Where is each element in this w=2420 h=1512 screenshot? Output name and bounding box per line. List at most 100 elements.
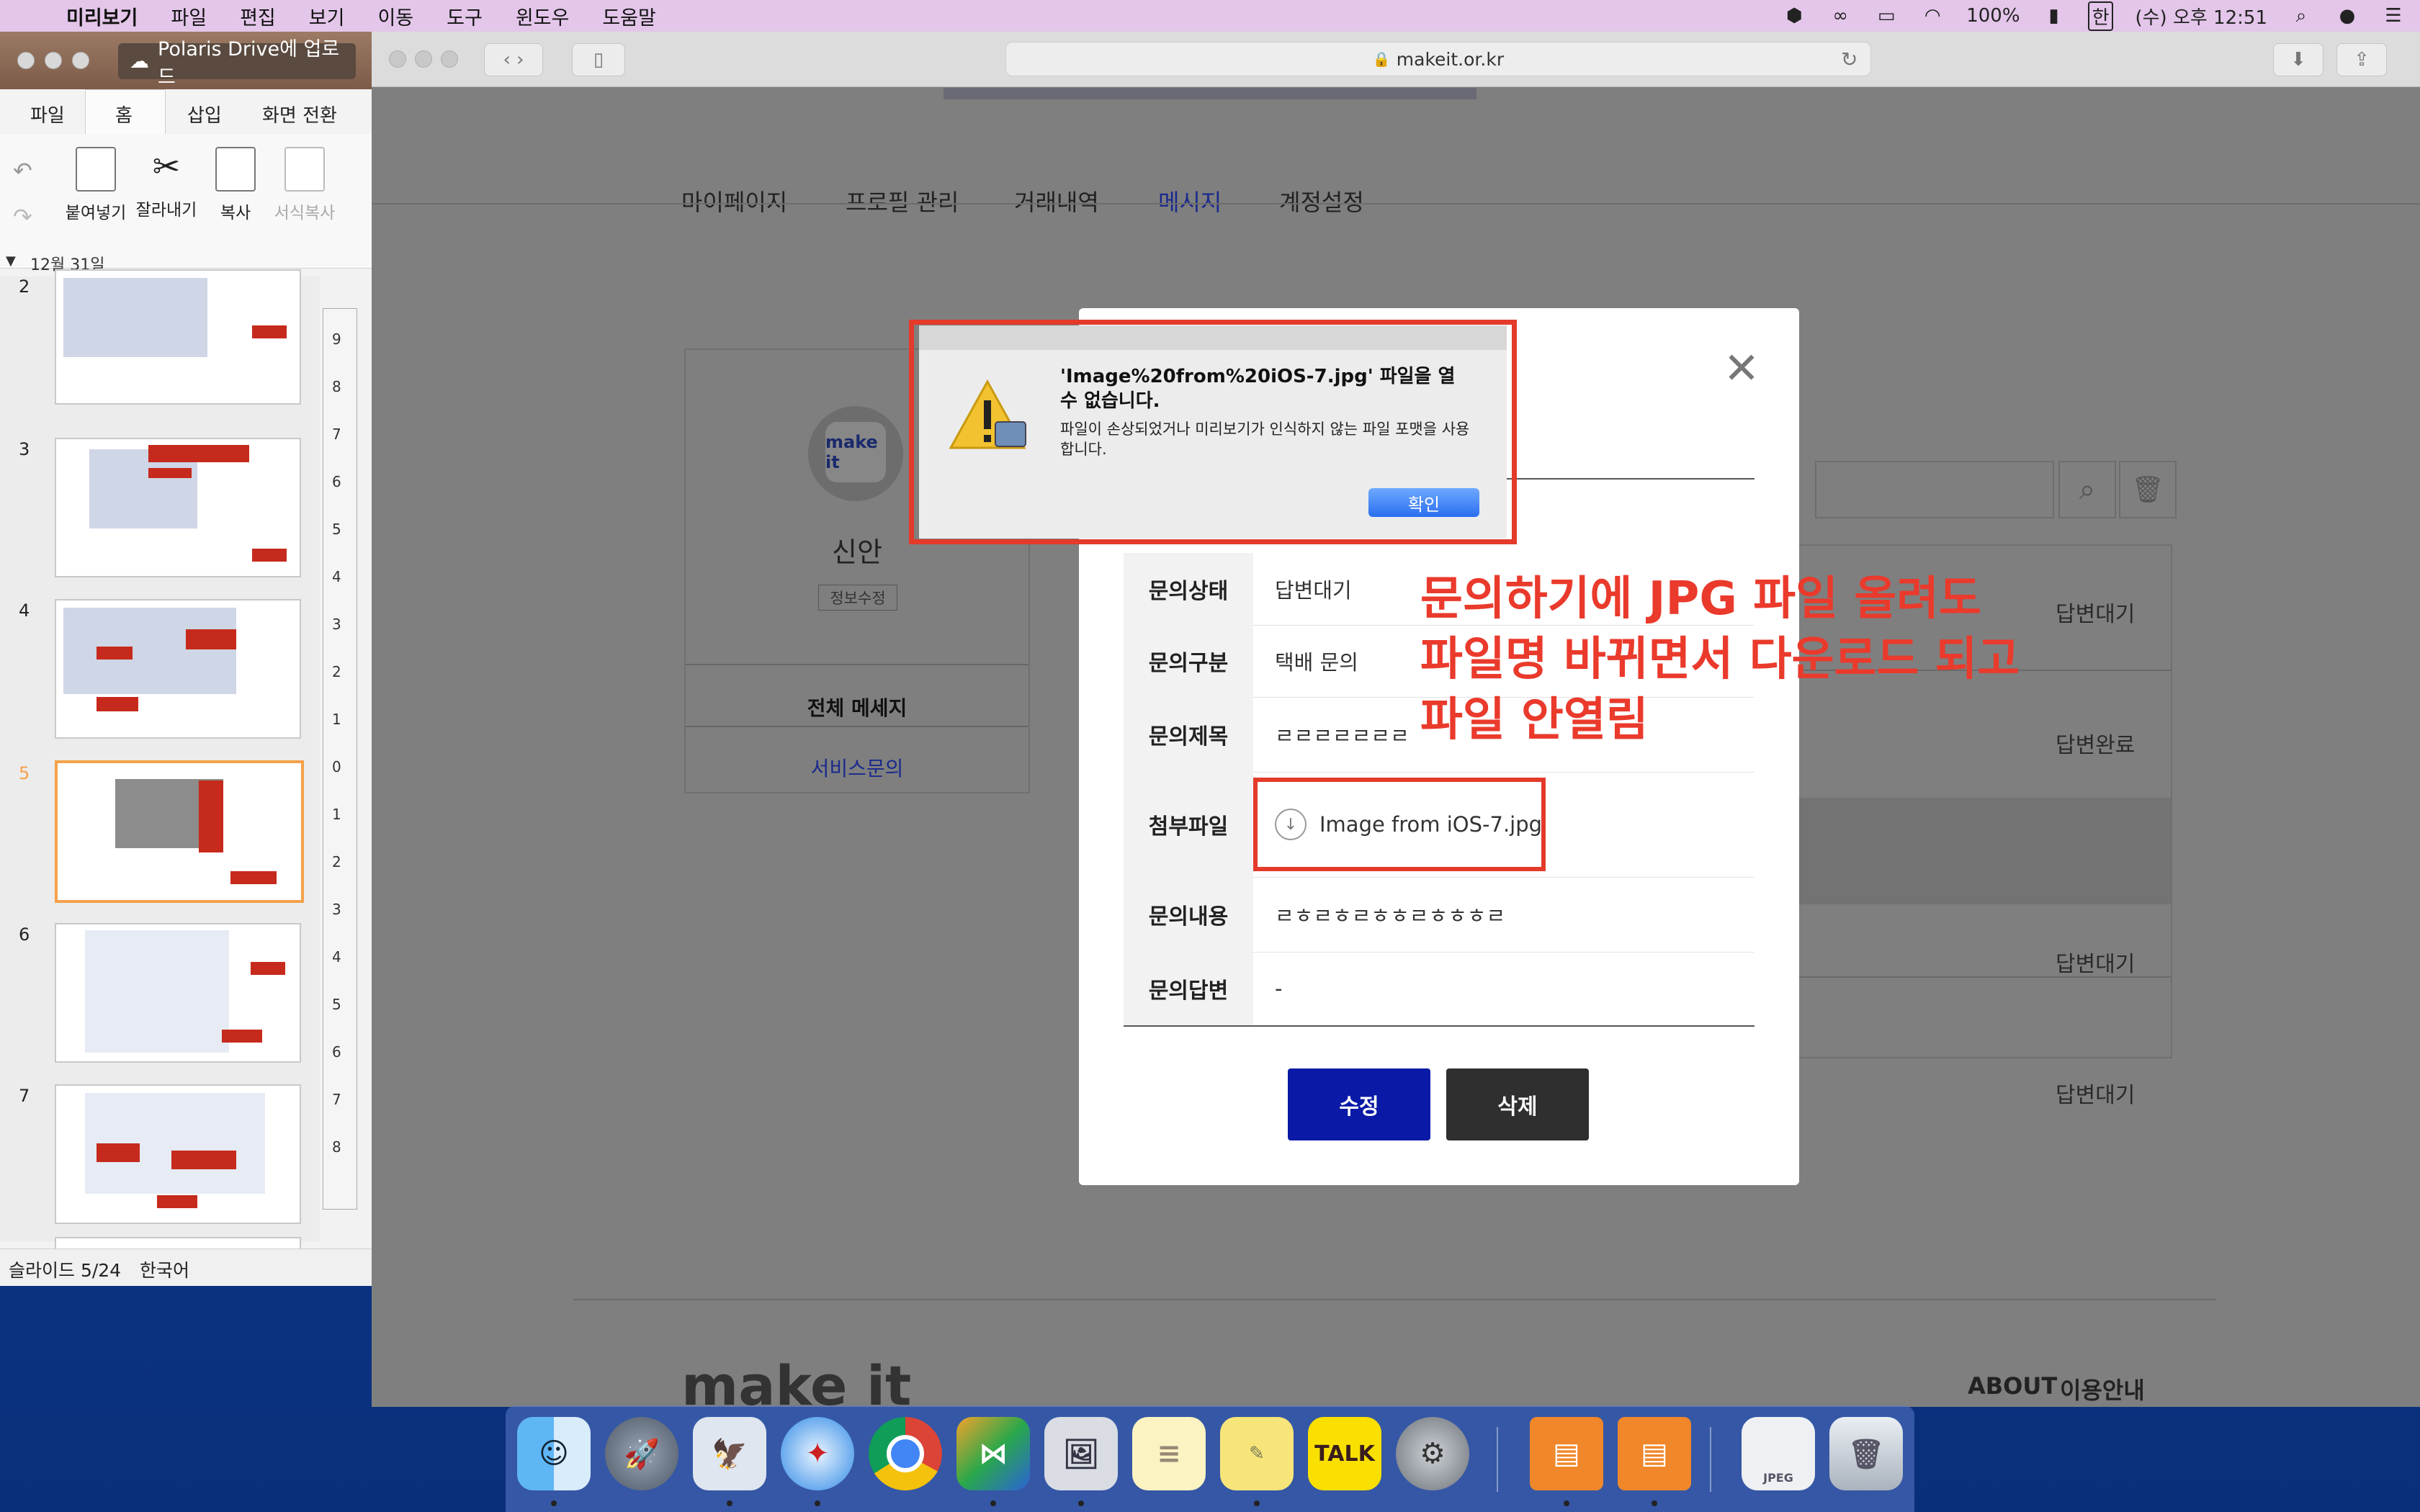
document-icon[interactable]: ▤ bbox=[1530, 1417, 1603, 1490]
format-painter-button[interactable]: 서식복사 bbox=[272, 147, 337, 223]
reload-icon[interactable]: ↻ bbox=[1841, 48, 1857, 71]
preview-icon[interactable]: 🦅 bbox=[693, 1417, 766, 1490]
footer-guide[interactable]: 이용안내 bbox=[2060, 1372, 2145, 1405]
background-search-input[interactable] bbox=[1815, 461, 2054, 518]
clock[interactable]: (수) 오후 12:51 bbox=[2135, 3, 2267, 30]
search-icon[interactable]: ⌕ bbox=[2058, 461, 2116, 518]
edit-button[interactable]: 수정 bbox=[1288, 1068, 1430, 1140]
slide-thumbnail[interactable] bbox=[55, 438, 301, 577]
nav-mypage[interactable]: 마이페이지 bbox=[681, 184, 787, 217]
row-value: ㄹㅎㄹㅎㄹㅎㅎㄹㅎㅎㅎㄹ bbox=[1275, 904, 1506, 928]
paste-label: 붙여넣기 bbox=[65, 204, 127, 222]
address-bar[interactable]: 🔒 makeit.or.kr bbox=[1005, 42, 1871, 76]
nav-account-settings[interactable]: 계정설정 bbox=[1279, 184, 1364, 217]
safari-icon[interactable]: ✦ bbox=[781, 1417, 854, 1490]
row-label: 문의상태 bbox=[1124, 553, 1253, 625]
zoom-window-button[interactable] bbox=[441, 50, 458, 68]
menu-file[interactable]: 파일 bbox=[171, 2, 207, 30]
sidebar-toggle-icon[interactable]: ▯ bbox=[572, 43, 625, 76]
menu-view[interactable]: 보기 bbox=[309, 2, 345, 30]
dock: ☺ 🚀 🦅 ✦ ⋈ 🖼 ≡ ✎ TALK ⚙ ▤ ▤ JPEG 🗑 bbox=[506, 1405, 1914, 1512]
menu-service-inquiry[interactable]: 서비스문의 bbox=[686, 753, 1028, 782]
paste-button[interactable]: 붙여넣기 bbox=[63, 147, 128, 223]
nav-messages[interactable]: 메시지 bbox=[1158, 184, 1222, 217]
slide-thumbnail-active[interactable] bbox=[55, 760, 304, 903]
close-window-button[interactable] bbox=[389, 50, 406, 68]
ribbon-tabs: 파일 홈 삽입 화면 전환 bbox=[0, 89, 372, 135]
running-indicator bbox=[727, 1500, 732, 1506]
input-source[interactable]: 한 bbox=[2087, 1, 2114, 31]
site-search-bar[interactable] bbox=[944, 88, 1476, 99]
slide-thumbnail[interactable] bbox=[55, 599, 301, 739]
copy-icon bbox=[215, 147, 256, 192]
wifi-icon[interactable]: ◠ bbox=[1920, 5, 1945, 27]
slide-thumbnail[interactable] bbox=[55, 269, 301, 405]
avatar: make it bbox=[808, 406, 903, 501]
redo-icon[interactable]: ↷ bbox=[13, 203, 32, 230]
jpeg-file-icon[interactable]: JPEG bbox=[1742, 1417, 1815, 1490]
row-label: 문의내용 bbox=[1124, 877, 1253, 952]
row-value: ㄹㄹㄹㄹㄹㄹㄹ bbox=[1275, 724, 1410, 748]
airplay-icon[interactable]: ▭ bbox=[1874, 5, 1899, 27]
tab-transition[interactable]: 화면 전환 bbox=[262, 101, 337, 127]
minimize-window-button[interactable] bbox=[415, 50, 432, 68]
spotlight-search-icon[interactable]: ⌕ bbox=[2289, 5, 2313, 27]
row-value: 택배 문의 bbox=[1275, 650, 1358, 675]
menu-extra-icon[interactable]: ⬢ bbox=[1782, 5, 1806, 27]
delete-button[interactable]: 삭제 bbox=[1446, 1068, 1589, 1140]
row-label: 문의답변 bbox=[1124, 952, 1253, 1025]
chrome-icon[interactable] bbox=[869, 1417, 942, 1490]
stickies-icon[interactable]: ✎ bbox=[1220, 1417, 1294, 1490]
menu-tools[interactable]: 도구 bbox=[447, 2, 483, 30]
dock-separator bbox=[1710, 1427, 1711, 1492]
menu-all-messages[interactable]: 전체 메세지 bbox=[686, 693, 1028, 721]
slide-thumbnails: 2 3 4 5 6 7 bbox=[0, 269, 320, 1269]
slide-thumbnail[interactable] bbox=[55, 923, 301, 1063]
minimize-window-button[interactable] bbox=[45, 52, 62, 69]
share-icon[interactable]: ⇪ bbox=[2336, 43, 2387, 76]
lock-icon: 🔒 bbox=[1372, 50, 1391, 68]
polaris-office-icon[interactable]: ⋈ bbox=[956, 1417, 1030, 1490]
ruler-mark: 2 bbox=[332, 853, 341, 870]
browser-toolbar: ‹ › ▯ 🔒 makeit.or.kr ↻ ⬇ ⇪ bbox=[372, 32, 2420, 87]
zoom-window-button[interactable] bbox=[72, 52, 89, 69]
undo-icon[interactable]: ↶ bbox=[13, 157, 32, 184]
ruler-mark: 2 bbox=[332, 663, 341, 680]
cut-button[interactable]: ✂ 잘라내기 bbox=[134, 147, 199, 220]
launchpad-icon[interactable]: 🚀 bbox=[605, 1417, 678, 1490]
creative-cloud-icon[interactable]: ∞ bbox=[1828, 5, 1852, 27]
finder-icon[interactable]: ☺ bbox=[517, 1417, 591, 1490]
trash-icon[interactable]: 🗑 bbox=[2119, 461, 2177, 518]
row-content: 문의내용 ㄹㅎㄹㅎㄹㅎㅎㄹㅎㅎㅎㄹ bbox=[1124, 877, 1754, 953]
disclosure-triangle-icon[interactable]: ▼ bbox=[6, 253, 16, 269]
profile-edit-button[interactable]: 정보수정 bbox=[818, 585, 897, 611]
battery-icon[interactable]: ▮ bbox=[2042, 5, 2066, 27]
slide-thumbnail[interactable] bbox=[55, 1084, 301, 1224]
ruler-mark: 3 bbox=[332, 901, 341, 918]
tab-file[interactable]: 파일 bbox=[30, 101, 65, 127]
downloads-icon[interactable]: ⬇ bbox=[2273, 43, 2323, 76]
menu-app-name[interactable]: 미리보기 bbox=[66, 2, 138, 30]
photos-app-icon[interactable]: 🖼 bbox=[1044, 1417, 1118, 1490]
upload-drive-button[interactable]: ☁ Polaris Drive에 업로드 bbox=[118, 38, 356, 89]
notes-icon[interactable]: ≡ bbox=[1132, 1417, 1206, 1490]
menu-help[interactable]: 도움말 bbox=[602, 2, 656, 30]
trash-icon[interactable]: 🗑 bbox=[1829, 1417, 1903, 1490]
tab-insert[interactable]: 삽입 bbox=[187, 101, 222, 127]
close-window-button[interactable] bbox=[17, 52, 35, 69]
document-icon[interactable]: ▤ bbox=[1618, 1417, 1691, 1490]
nav-profile[interactable]: 프로필 관리 bbox=[846, 184, 959, 217]
back-forward-buttons[interactable]: ‹ › bbox=[484, 43, 543, 76]
notification-center-icon[interactable]: ☰ bbox=[2381, 5, 2406, 27]
menu-edit[interactable]: 편집 bbox=[240, 2, 276, 30]
menu-go[interactable]: 이동 bbox=[377, 2, 413, 30]
close-icon[interactable]: ✕ bbox=[1720, 347, 1763, 390]
system-preferences-icon[interactable]: ⚙ bbox=[1396, 1417, 1469, 1490]
footer-about[interactable]: ABOUT bbox=[1968, 1372, 2057, 1400]
nav-transactions[interactable]: 거래내역 bbox=[1014, 184, 1099, 217]
menu-window[interactable]: 윈도우 bbox=[516, 2, 570, 30]
kakaotalk-icon[interactable]: TALK bbox=[1308, 1417, 1381, 1490]
siri-icon[interactable]: ● bbox=[2335, 5, 2360, 27]
tab-home[interactable]: 홈 bbox=[115, 101, 133, 127]
copy-button[interactable]: 복사 bbox=[203, 147, 268, 223]
